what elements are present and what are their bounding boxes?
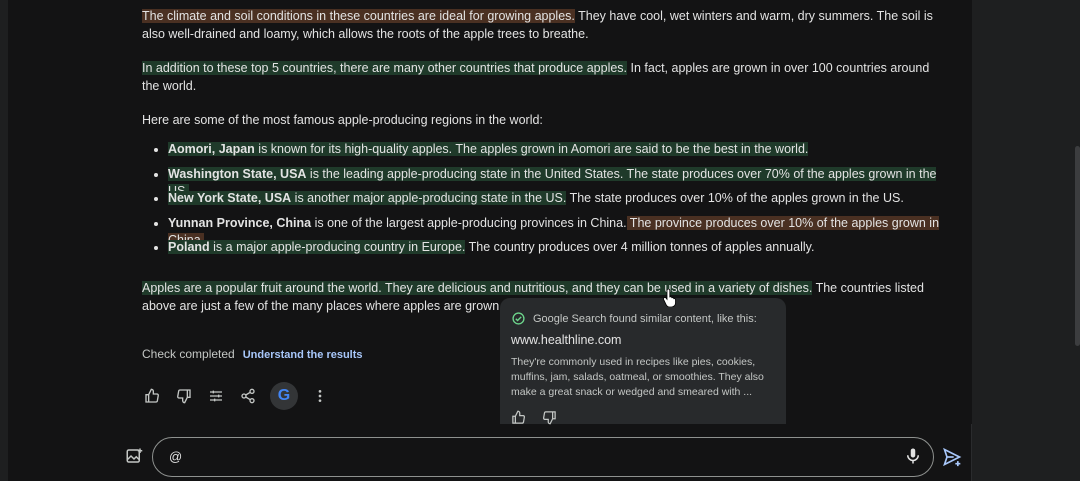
text: is a major apple-producing country in Eu… <box>209 240 466 254</box>
highlight-green[interactable]: Apples are a popular fruit around the wo… <box>142 281 382 295</box>
send-icon[interactable] <box>942 447 962 472</box>
source-site[interactable]: www.healthline.com <box>511 333 621 347</box>
left-edge <box>0 0 8 481</box>
thumbs-down-icon[interactable] <box>174 386 194 406</box>
source-snippet: They're commonly used in recipes like pi… <box>511 356 764 398</box>
prompt-input[interactable] <box>167 448 871 465</box>
hand-cursor-icon <box>663 288 677 312</box>
thumbs-down-icon[interactable] <box>542 410 557 425</box>
paragraph-other-countries: In addition to these top 5 countries, th… <box>142 60 947 95</box>
region-name: Washington State, USA <box>168 166 307 181</box>
text: The state produces over 10% of the apple… <box>566 191 904 205</box>
tune-icon[interactable] <box>206 386 226 406</box>
highlight-green[interactable]: Poland is a major apple-producing countr… <box>168 240 466 254</box>
highlight-green[interactable]: In addition to these top 5 countries, th… <box>142 61 628 75</box>
highlight-green[interactable]: Aomori, Japan is known for its high-qual… <box>168 142 453 156</box>
list-item: Aomori, Japan is known for its high-qual… <box>168 138 948 163</box>
google-check-button[interactable]: G <box>270 382 298 410</box>
region-name: Aomori, Japan <box>168 142 255 156</box>
scrollbar-thumb[interactable] <box>1075 146 1080 346</box>
microphone-icon[interactable] <box>904 447 922 470</box>
region-name: Yunnan Province, China <box>168 215 312 230</box>
regions-list: Aomori, Japan is known for its high-qual… <box>142 138 948 261</box>
region-name: Poland <box>168 240 210 254</box>
share-icon[interactable] <box>238 386 258 406</box>
list-item: Yunnan Province, China is one of the lar… <box>168 212 948 247</box>
text: is the leading apple-producing state in … <box>306 166 624 181</box>
understand-results-link[interactable]: Understand the results <box>243 349 363 361</box>
text: is one of the largest apple-producing pr… <box>311 215 627 230</box>
prompt-input-bar <box>152 437 934 477</box>
text: is known for its high-quality apples. <box>254 142 453 156</box>
response-actions: G <box>142 382 330 410</box>
popup-header-text: Google Search found similar content, lik… <box>533 312 757 325</box>
highlight-orange[interactable]: The climate and soil conditions in these… <box>142 9 575 23</box>
google-g-icon: G <box>277 387 291 404</box>
text: is another major apple-producing state i… <box>291 191 567 205</box>
popup-header: Google Search found similar content, lik… <box>512 312 757 325</box>
list-item: Poland is a major apple-producing countr… <box>168 236 948 261</box>
check-status-row: Check completed Understand the results <box>142 347 363 361</box>
highlight-green[interactable]: New York State, USA is another major app… <box>168 191 567 205</box>
more-vert-icon[interactable] <box>310 386 330 406</box>
thumbs-up-icon[interactable] <box>142 386 162 406</box>
highlight-green[interactable]: Washington State, USA is the leading app… <box>168 166 624 181</box>
text: The country produces over 4 million tonn… <box>465 240 815 254</box>
region-name: New York State, USA <box>168 191 292 205</box>
paragraph-regions-intro: Here are some of the most famous apple-p… <box>142 113 543 127</box>
paragraph-climate: The climate and soil conditions in these… <box>142 8 947 43</box>
thumbs-up-icon[interactable] <box>511 410 526 425</box>
similar-content-popup: Google Search found similar content, lik… <box>500 298 786 425</box>
check-status: Check completed <box>142 347 235 361</box>
list-item: New York State, USA is another major app… <box>168 187 948 212</box>
check-circle-icon <box>512 312 525 325</box>
right-gutter <box>971 0 1080 481</box>
list-item: Washington State, USA is the leading app… <box>168 163 948 198</box>
highlight-green[interactable]: They are delicious and nutritious, and t… <box>381 281 813 295</box>
popup-feedback <box>511 410 557 425</box>
add-image-icon[interactable] <box>125 447 143 470</box>
highlight-green[interactable]: The apples grown in Aomori are said to b… <box>452 142 809 156</box>
